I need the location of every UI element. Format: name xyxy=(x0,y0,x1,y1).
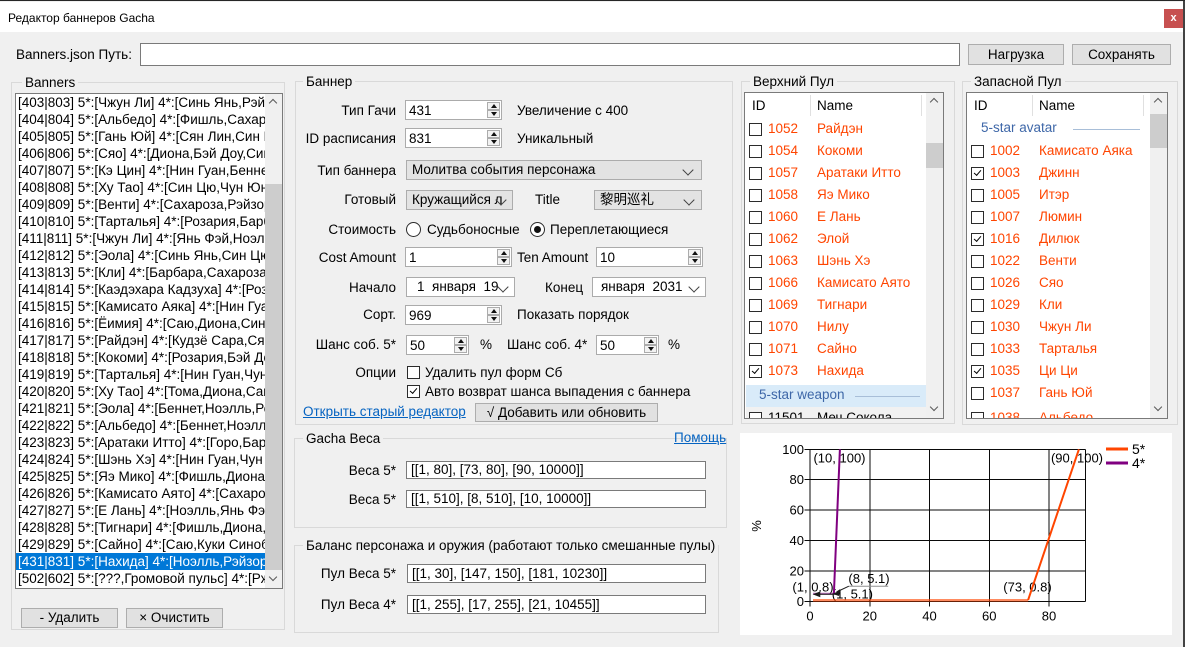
svg-text:40: 40 xyxy=(922,609,936,624)
svg-text:20: 20 xyxy=(863,609,877,624)
svg-text:(8, 5.1): (8, 5.1) xyxy=(848,571,889,586)
svg-text:0: 0 xyxy=(797,594,804,609)
svg-text:60: 60 xyxy=(790,503,804,518)
svg-text:(1, 0.8): (1, 0.8) xyxy=(792,580,833,595)
svg-text:4*: 4* xyxy=(1132,455,1146,471)
svg-text:(73, 0.8): (73, 0.8) xyxy=(1003,580,1051,595)
svg-text:80: 80 xyxy=(1042,609,1056,624)
svg-text:80: 80 xyxy=(790,472,804,487)
svg-text:0: 0 xyxy=(806,609,813,624)
svg-text:60: 60 xyxy=(982,609,996,624)
svg-text:100: 100 xyxy=(782,442,804,457)
svg-text:40: 40 xyxy=(790,533,804,548)
svg-text:20: 20 xyxy=(790,563,804,578)
svg-text:%: % xyxy=(749,520,764,532)
